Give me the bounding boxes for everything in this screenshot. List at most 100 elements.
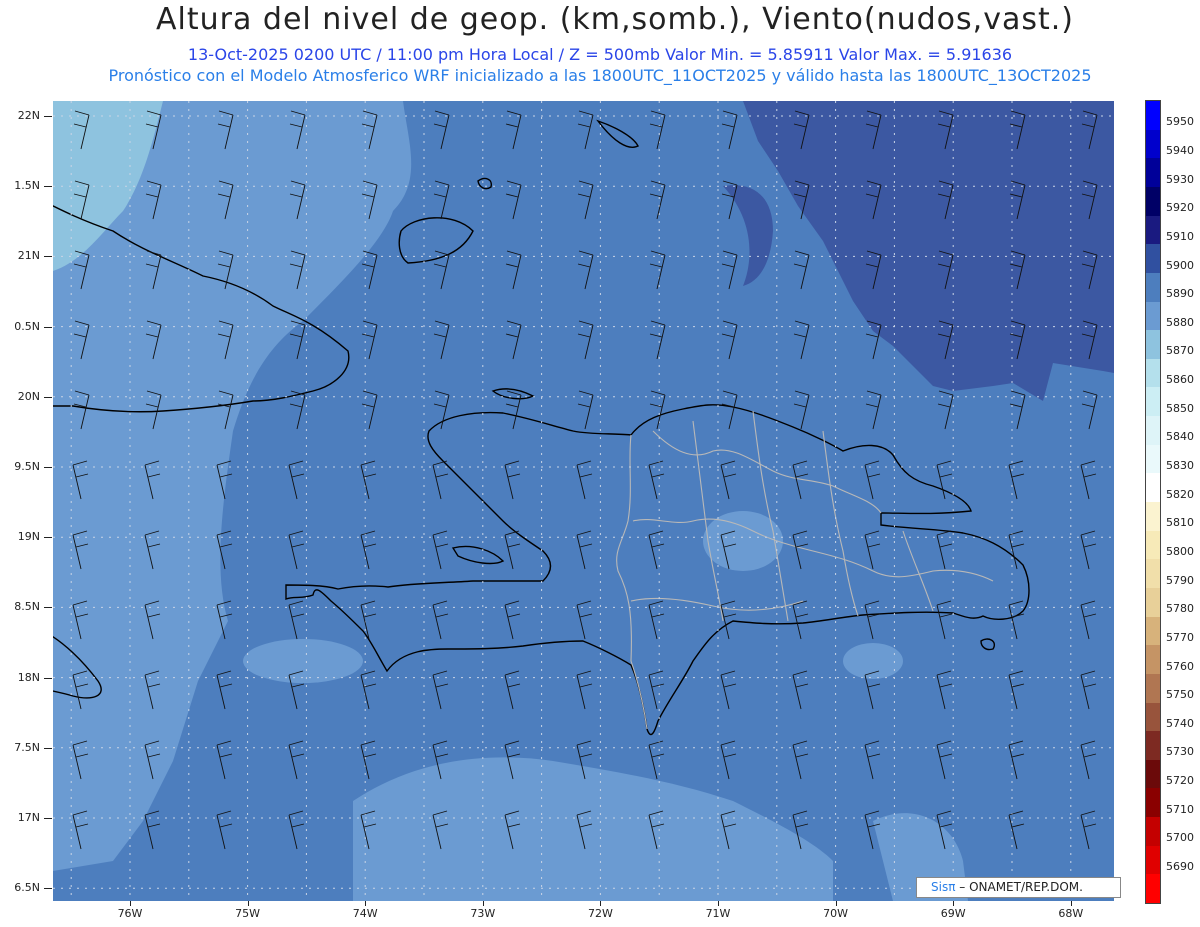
wind-barb bbox=[288, 740, 305, 780]
light-patch bbox=[243, 639, 363, 683]
longitude-tick bbox=[1070, 901, 1072, 906]
color-scale-bar bbox=[1145, 100, 1161, 904]
wind-barb bbox=[721, 110, 738, 150]
color-scale-swatch bbox=[1146, 416, 1160, 446]
latitude-tick bbox=[44, 888, 52, 890]
color-scale-swatch bbox=[1146, 502, 1160, 532]
wind-barb bbox=[864, 600, 881, 640]
wind-barb bbox=[649, 110, 666, 150]
latitude-tick bbox=[44, 186, 52, 188]
longitude-label: 69W bbox=[940, 907, 966, 920]
wind-barb bbox=[577, 110, 594, 150]
wind-barb bbox=[504, 600, 521, 640]
color-scale-swatch bbox=[1146, 616, 1160, 646]
wind-barb bbox=[648, 740, 665, 780]
wind-barb bbox=[288, 600, 305, 640]
color-scale-label: 5940 bbox=[1166, 143, 1194, 157]
wind-barb bbox=[720, 740, 737, 780]
wind-barb bbox=[648, 600, 665, 640]
latitude-label: 18N bbox=[17, 670, 40, 684]
wind-barb bbox=[360, 600, 377, 640]
latitude-tick bbox=[44, 326, 52, 328]
latitude-label: 0.5N bbox=[14, 319, 40, 333]
wind-barb bbox=[1008, 670, 1025, 710]
credit-text: – ONAMET/REP.DOM. bbox=[955, 880, 1083, 894]
province-border bbox=[822, 430, 859, 617]
wind-barb bbox=[360, 740, 377, 780]
color-scale-label: 5720 bbox=[1166, 774, 1194, 788]
longitude-label: 75W bbox=[235, 907, 261, 920]
latitude-label: 6.5N bbox=[14, 881, 40, 895]
wind-barb bbox=[360, 670, 377, 710]
valid-time-subtitle: 13-Oct-2025 0200 UTC / 11:00 pm Hora Loc… bbox=[187, 45, 1013, 64]
color-scale-label: 5780 bbox=[1166, 602, 1194, 616]
wind-barb bbox=[1008, 810, 1025, 850]
wind-barb bbox=[576, 670, 593, 710]
color-scale-label: 5820 bbox=[1166, 487, 1194, 501]
province-border bbox=[630, 598, 804, 611]
color-scale-swatch bbox=[1146, 874, 1160, 904]
sispi-logo-text: Sisπ bbox=[931, 880, 956, 894]
latitude-tick bbox=[44, 747, 52, 749]
longitude-tick bbox=[247, 901, 249, 906]
wind-barb bbox=[504, 670, 521, 710]
color-scale-label: 5930 bbox=[1166, 172, 1194, 186]
latitude-tick bbox=[44, 677, 52, 679]
color-scale-swatch bbox=[1146, 158, 1160, 188]
longitude-label: 70W bbox=[823, 907, 849, 920]
latitude-tick bbox=[44, 467, 52, 468]
color-scale-label: 5810 bbox=[1166, 516, 1194, 530]
latitude-label: 1.5N bbox=[14, 179, 40, 193]
color-scale-label: 5860 bbox=[1166, 373, 1194, 387]
color-scale-label: 5870 bbox=[1166, 344, 1194, 358]
wind-barb bbox=[936, 670, 953, 710]
color-scale-swatch bbox=[1146, 186, 1160, 217]
gonave-island bbox=[451, 545, 505, 565]
latitude-tick bbox=[44, 537, 52, 539]
latitude-label: 7.5N bbox=[14, 740, 40, 754]
wind-barb bbox=[1008, 740, 1025, 780]
wind-barb bbox=[1080, 810, 1097, 850]
longitude-label: 73W bbox=[470, 907, 496, 920]
color-scale-swatch bbox=[1146, 301, 1160, 331]
latitude-tick bbox=[44, 256, 52, 258]
latitude-label: 8.5N bbox=[14, 600, 40, 614]
color-scale-swatch bbox=[1146, 587, 1160, 618]
longitude-label: 74W bbox=[352, 907, 378, 920]
color-scale-label: 5750 bbox=[1166, 688, 1194, 702]
color-scale-swatch bbox=[1146, 244, 1160, 274]
latitude-label: 22N bbox=[17, 109, 40, 122]
wind-barb bbox=[288, 810, 305, 850]
color-scale-swatch bbox=[1146, 473, 1160, 503]
longitude-tick bbox=[953, 901, 955, 906]
color-scale-swatch bbox=[1146, 272, 1160, 302]
wind-barb bbox=[216, 670, 233, 710]
color-scale-swatch bbox=[1146, 215, 1160, 245]
wind-barb bbox=[936, 600, 953, 640]
color-scale-swatch bbox=[1146, 845, 1160, 875]
wind-barb bbox=[1080, 740, 1097, 780]
latitude-label: 19N bbox=[17, 530, 40, 544]
latitude-tick bbox=[44, 818, 52, 819]
turks-island bbox=[477, 177, 492, 190]
color-scale-label: 5910 bbox=[1166, 229, 1194, 243]
wind-barb bbox=[1008, 600, 1025, 640]
color-scale-label: 5710 bbox=[1166, 802, 1194, 816]
wind-barb bbox=[792, 740, 809, 780]
wind-barb bbox=[432, 670, 449, 710]
color-scale-label: 5900 bbox=[1166, 258, 1194, 272]
color-scale-label: 5760 bbox=[1166, 659, 1194, 673]
color-scale-label: 5740 bbox=[1166, 716, 1194, 730]
wind-barb bbox=[936, 740, 953, 780]
longitude-label: 71W bbox=[705, 907, 731, 920]
wind-barb bbox=[216, 810, 233, 850]
southern-light-region bbox=[353, 757, 833, 901]
longitude-label: 72W bbox=[587, 907, 613, 920]
latitude-label: 21N bbox=[17, 249, 40, 263]
caicos-island bbox=[596, 119, 639, 148]
province-border bbox=[616, 434, 648, 730]
color-scale-swatch bbox=[1146, 731, 1160, 761]
geopotential-map bbox=[53, 101, 1114, 901]
longitude-tick bbox=[600, 901, 602, 906]
color-scale-swatch bbox=[1146, 129, 1160, 159]
